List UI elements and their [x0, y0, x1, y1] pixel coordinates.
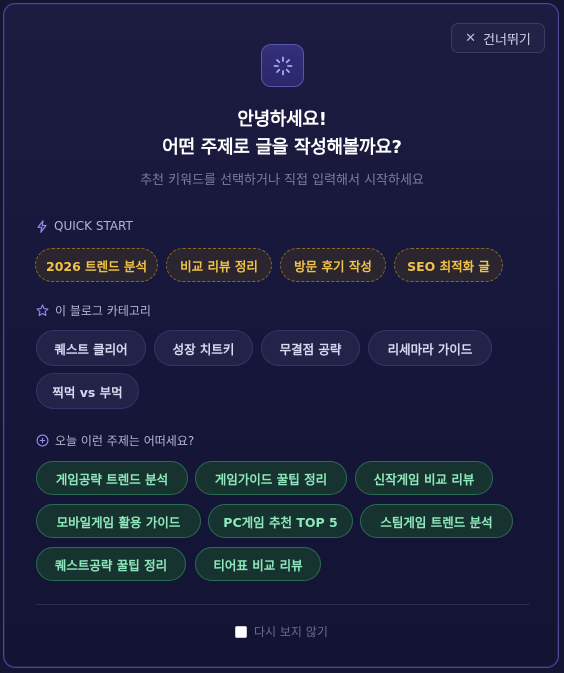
- chip-label: 스팀게임 트렌드 분석: [380, 514, 493, 530]
- quick-start-chip[interactable]: 방문 후기 작성: [280, 248, 386, 282]
- plus-circle-icon: [36, 434, 49, 447]
- chip-label: 비교 리뷰 정리: [180, 258, 258, 274]
- page-title-line2: 어떤 주제로 글을 작성해볼까요?: [162, 137, 402, 158]
- quick-start-label-text: QUICK START: [54, 219, 133, 233]
- lightning-icon: [37, 219, 47, 233]
- category-chip[interactable]: 무결점 공략: [261, 330, 360, 366]
- sparkle-loading-icon: [261, 44, 304, 87]
- category-chip[interactable]: 성장 치트키: [154, 330, 253, 366]
- category-label: 이 블로그 카테고리: [36, 302, 151, 319]
- topic-chip[interactable]: 퀘스트공략 꿀팁 정리: [36, 547, 186, 581]
- chip-label: 리세마라 가이드: [387, 341, 473, 357]
- onboarding-modal: ✕ 건너뛰기 안녕하세요! 어떤 주제로 글을 작성해볼까요? 추천 키워드를 …: [3, 3, 559, 668]
- chip-label: 성장 치트키: [172, 341, 235, 357]
- topic-suggestion-label: 오늘 이런 주제는 어떠세요?: [36, 432, 194, 449]
- quick-start-chip[interactable]: 비교 리뷰 정리: [166, 248, 272, 282]
- topic-chip[interactable]: 게임가이드 꿀팁 정리: [195, 461, 347, 495]
- chip-label: 무결점 공략: [279, 341, 342, 357]
- dont-show-again-checkbox[interactable]: [235, 625, 247, 638]
- divider: [36, 604, 530, 605]
- star-icon: [36, 304, 49, 317]
- page-title-line1: 안녕하세요!: [237, 109, 327, 130]
- dont-show-again-label: 다시 보지 않기: [254, 625, 328, 639]
- topic-chip[interactable]: 스팀게임 트렌드 분석: [360, 504, 513, 538]
- dont-show-again-option[interactable]: 다시 보지 않기: [235, 623, 328, 640]
- topic-chip[interactable]: 신작게임 비교 리뷰: [355, 461, 493, 495]
- chip-label: 신작게임 비교 리뷰: [373, 471, 475, 487]
- chip-label: 찍먹 vs 부먹: [52, 384, 123, 400]
- chip-label: 퀘스트 클리어: [54, 341, 128, 357]
- skip-button[interactable]: ✕ 건너뛰기: [451, 23, 545, 53]
- chip-label: 모바일게임 활용 가이드: [56, 514, 181, 530]
- chip-label: 게임가이드 꿀팁 정리: [214, 471, 328, 487]
- topic-chip[interactable]: PC게임 추천 TOP 5: [208, 504, 353, 538]
- topic-chip[interactable]: 티어표 비교 리뷰: [195, 547, 321, 581]
- category-chip[interactable]: 찍먹 vs 부먹: [36, 373, 139, 409]
- chip-label: 2026 트렌드 분석: [46, 258, 147, 274]
- category-chip[interactable]: 퀘스트 클리어: [36, 330, 146, 366]
- chip-label: 티어표 비교 리뷰: [213, 557, 303, 573]
- topic-suggestion-label-text: 오늘 이런 주제는 어떠세요?: [55, 434, 195, 448]
- page-subtitle: 추천 키워드를 선택하거나 직접 입력해서 시작하세요: [140, 173, 424, 188]
- chip-label: SEO 최적화 글: [407, 258, 490, 274]
- chip-label: 게임공략 트렌드 분석: [55, 471, 169, 487]
- chip-label: 방문 후기 작성: [294, 258, 372, 274]
- quick-start-chip[interactable]: 2026 트렌드 분석: [35, 248, 158, 282]
- category-label-text: 이 블로그 카테고리: [55, 304, 151, 318]
- topic-chip[interactable]: 게임공략 트렌드 분석: [36, 461, 188, 495]
- quick-start-chip[interactable]: SEO 최적화 글: [394, 248, 503, 282]
- chip-label: PC게임 추천 TOP 5: [223, 514, 338, 530]
- chip-label: 퀘스트공략 꿀팁 정리: [54, 557, 168, 573]
- topic-chip[interactable]: 모바일게임 활용 가이드: [36, 504, 201, 538]
- quick-start-label: QUICK START: [36, 219, 133, 233]
- category-chip[interactable]: 리세마라 가이드: [368, 330, 492, 366]
- close-icon: ✕: [465, 30, 477, 46]
- skip-button-label: 건너뛰기: [483, 32, 531, 48]
